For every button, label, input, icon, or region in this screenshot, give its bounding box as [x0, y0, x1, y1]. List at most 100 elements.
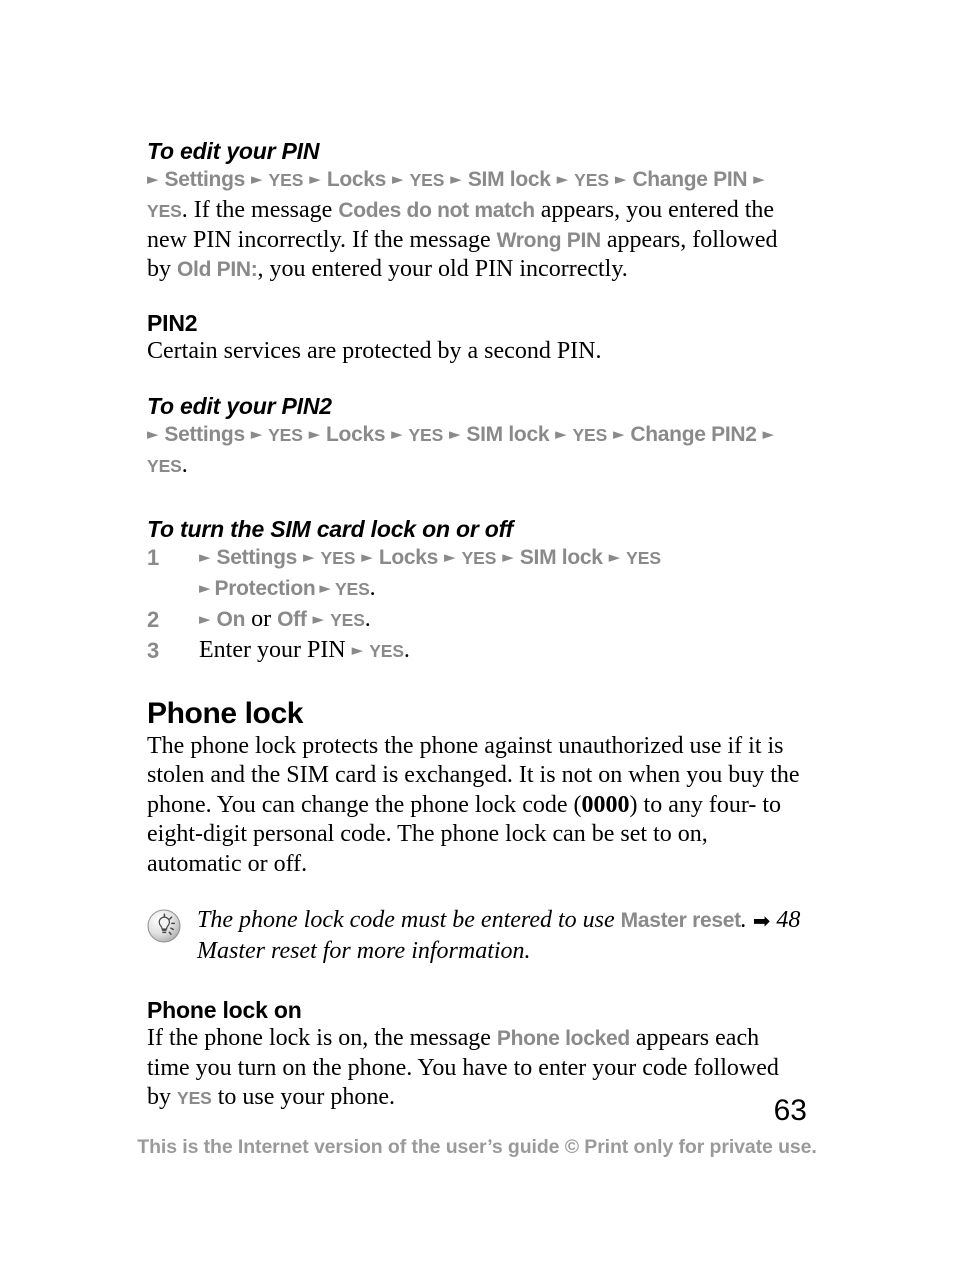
- menu-item-yes: YES: [177, 1088, 212, 1109]
- menu-arrow-icon: ►: [392, 170, 404, 189]
- menu-arrow-icon: ►: [199, 579, 211, 597]
- trailing-period: .: [403, 637, 410, 663]
- menu-item-master-reset: Master reset: [620, 909, 741, 932]
- menu-arrow-icon: ►: [556, 170, 569, 189]
- paragraph-pin2: Certain services are protected by a seco…: [147, 338, 602, 365]
- menu-arrow-icon: ►: [391, 424, 403, 443]
- menu-item-yes: YES: [369, 641, 404, 661]
- page-number: 63: [773, 1094, 807, 1127]
- menu-item-change-pin: Change PIN: [632, 168, 748, 192]
- menu-item-yes: YES: [147, 201, 182, 222]
- menu-arrow-icon: ►: [361, 548, 373, 566]
- note-text: .: [740, 907, 753, 933]
- step-text: Enter your PIN: [199, 637, 352, 663]
- menu-item-sim-lock: SIM lock: [466, 422, 550, 446]
- menu-arrow-icon: ►: [199, 610, 211, 628]
- list-item: 3 Enter your PIN ► YES.: [147, 636, 807, 667]
- procedure-to-edit-your-pin: ► Settings ► YES ► Locks ► YES ► SIM loc…: [147, 165, 807, 284]
- menu-arrow-icon: ►: [319, 579, 331, 597]
- step-number: 2: [147, 607, 160, 632]
- step-content: ► On or Off ► YES.: [199, 605, 807, 636]
- menu-item-on: On: [216, 608, 246, 631]
- menu-arrow-icon: ►: [251, 170, 263, 189]
- heading-phone-lock-on: Phone lock on: [147, 997, 302, 1023]
- body-text: If the phone lock is on, the message: [147, 1025, 497, 1052]
- message-wrong-pin: Wrong PIN: [496, 229, 602, 253]
- heading-to-edit-your-pin2: To edit your PIN2: [147, 392, 332, 419]
- menu-arrow-icon: ►: [444, 548, 456, 566]
- menu-arrow-icon: ►: [303, 548, 315, 566]
- trailing-period: .: [369, 575, 376, 601]
- menu-item-yes: YES: [409, 170, 445, 191]
- note-text: The phone lock code must be entered to u…: [197, 907, 621, 933]
- menu-arrow-icon: ►: [613, 424, 625, 443]
- menu-arrow-icon: ►: [147, 424, 159, 443]
- step-content: ► Settings ► YES ► Locks ► YES ► SIM loc…: [199, 543, 807, 574]
- step-number: 3: [147, 638, 160, 663]
- step-number: 1: [147, 545, 160, 570]
- cross-reference-arrow-icon: ➡: [752, 909, 771, 933]
- menu-arrow-icon: ►: [309, 170, 321, 189]
- menu-arrow-icon: ►: [199, 548, 211, 566]
- procedure-to-edit-your-pin2: ► Settings ► YES ► Locks ► YES ► SIM loc…: [147, 420, 807, 482]
- menu-item-yes: YES: [408, 424, 444, 445]
- menu-item-yes: YES: [320, 548, 356, 568]
- menu-item-locks: Locks: [326, 422, 386, 446]
- body-text: to use your phone.: [211, 1084, 396, 1111]
- tip-note: The phone lock code must be entered to u…: [147, 905, 807, 967]
- menu-item-off: Off: [277, 608, 307, 631]
- menu-item-change-pin2: Change PIN2: [630, 422, 757, 446]
- heading-to-edit-your-pin: To edit your PIN: [147, 138, 320, 164]
- menu-item-yes: YES: [268, 424, 303, 445]
- heading-phone-lock: Phone lock: [147, 697, 304, 730]
- menu-arrow-icon: ►: [753, 170, 765, 189]
- step-content: Enter your PIN ► YES.: [199, 636, 807, 667]
- menu-item-settings: Settings: [164, 168, 246, 192]
- menu-item-sim-lock: SIM lock: [467, 168, 551, 192]
- trailing-period: .: [181, 452, 188, 479]
- list-item: 1 ► Settings ► YES ► Locks ► YES ► SIM l…: [147, 543, 807, 574]
- body-text: , you entered your old PIN incorrectly.: [257, 256, 628, 283]
- menu-arrow-icon: ►: [250, 424, 263, 443]
- menu-arrow-icon: ►: [608, 548, 621, 566]
- menu-arrow-icon: ►: [762, 424, 775, 443]
- menu-item-protection: Protection: [214, 577, 316, 600]
- menu-item-yes: YES: [574, 170, 609, 191]
- page-content: To edit your PIN ► Settings ► YES ► Lock…: [147, 138, 807, 1114]
- paragraph-phone-lock-on: If the phone lock is on, the message Pho…: [147, 1024, 807, 1114]
- menu-item-yes: YES: [334, 579, 370, 599]
- step-content-continued: ► Protection ► YES.: [199, 574, 807, 605]
- menu-item-settings: Settings: [164, 422, 245, 446]
- menu-item-yes: YES: [572, 424, 608, 445]
- manual-page: To edit your PIN ► Settings ► YES ► Lock…: [0, 0, 954, 1269]
- menu-item-yes: YES: [330, 610, 365, 630]
- lightbulb-tip-icon: [147, 909, 181, 943]
- menu-item-yes: YES: [626, 548, 661, 568]
- heading-pin2: PIN2: [147, 310, 198, 337]
- menu-arrow-icon: ►: [312, 610, 325, 628]
- menu-arrow-icon: ►: [614, 170, 627, 189]
- numbered-step-list: 1 ► Settings ► YES ► Locks ► YES ► SIM l…: [147, 543, 807, 667]
- menu-arrow-icon: ►: [555, 424, 567, 443]
- body-text: . If the message: [181, 197, 339, 224]
- footer-note: This is the Internet version of the user…: [137, 1136, 817, 1158]
- menu-item-locks: Locks: [378, 546, 439, 569]
- message-phone-locked: Phone locked: [496, 1027, 630, 1051]
- menu-item-yes: YES: [147, 456, 182, 477]
- menu-item-sim-lock: SIM lock: [519, 546, 603, 569]
- menu-item-yes: YES: [268, 170, 304, 191]
- message-old-pin: Old PIN:: [177, 258, 258, 282]
- menu-arrow-icon: ►: [147, 170, 159, 189]
- default-lock-code: 0000: [581, 791, 630, 818]
- menu-item-settings: Settings: [216, 546, 298, 569]
- list-item: 2 ► On or Off ► YES.: [147, 605, 807, 636]
- conjunction-text: or: [245, 606, 278, 632]
- heading-to-turn-sim-card-lock: To turn the SIM card lock on or off: [147, 515, 514, 542]
- menu-item-yes: YES: [461, 548, 497, 568]
- menu-arrow-icon: ►: [308, 424, 321, 443]
